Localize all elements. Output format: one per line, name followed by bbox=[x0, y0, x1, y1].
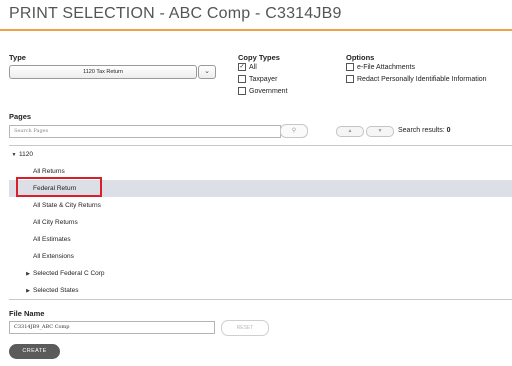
search-results-label: Search results: bbox=[398, 127, 447, 134]
arrow-up-icon: ▲ bbox=[347, 128, 353, 134]
search-results: Search results: 0 bbox=[398, 127, 451, 134]
copy-type-government[interactable]: Government bbox=[238, 87, 288, 95]
checkbox[interactable] bbox=[238, 87, 246, 95]
options-label: Options bbox=[346, 53, 375, 62]
copy-type-all-label: All bbox=[249, 63, 257, 71]
file-name-input[interactable]: C3314JB9_ABC Comp bbox=[9, 321, 215, 334]
pages-label: Pages bbox=[9, 112, 32, 121]
tree-node-label: All Estimates bbox=[33, 236, 71, 243]
header-divider bbox=[0, 29, 512, 31]
page-title: PRINT SELECTION - ABC Comp - C3314JB9 bbox=[9, 5, 342, 22]
copy-type-taxpayer-label: Taxpayer bbox=[249, 75, 278, 83]
option-efile-label: e-File Attachments bbox=[357, 63, 415, 71]
tree-node-all-extensions[interactable]: All Extensions bbox=[9, 248, 512, 265]
file-name-label: File Name bbox=[9, 309, 45, 318]
checkbox-checked[interactable]: ✓ bbox=[238, 63, 246, 71]
highlight-annotation-box bbox=[16, 177, 102, 197]
arrow-down-icon: ▼ bbox=[377, 128, 383, 134]
tree-node-all-city-returns[interactable]: All City Returns bbox=[9, 214, 512, 231]
tree-node-label: All City Returns bbox=[33, 219, 78, 226]
option-efile-attachments[interactable]: e-File Attachments bbox=[346, 63, 415, 71]
tree-node-label: All Returns bbox=[33, 168, 65, 175]
option-redact-label: Redact Personally Identifiable Informati… bbox=[357, 75, 487, 83]
tree-node-selected-states[interactable]: ▶ Selected States bbox=[9, 282, 512, 299]
tree-node-1120[interactable]: ▼ 1120 bbox=[9, 146, 512, 163]
tree-node-label: Selected States bbox=[33, 287, 79, 294]
chevron-down-icon: ⌄ bbox=[204, 68, 210, 75]
tree-node-label: Selected Federal C Corp bbox=[33, 270, 105, 277]
tree-node-all-estimates[interactable]: All Estimates bbox=[9, 231, 512, 248]
reset-button[interactable]: RESET bbox=[221, 320, 269, 336]
expand-icon[interactable]: ▶ bbox=[23, 283, 33, 300]
tree-node-all-state-city-returns[interactable]: All State & City Returns bbox=[9, 197, 512, 214]
type-select[interactable]: 1120 Tax Return bbox=[9, 65, 197, 79]
previous-result-button[interactable]: ▲ bbox=[336, 126, 364, 137]
search-button[interactable]: ⚲ bbox=[280, 124, 308, 138]
copy-type-government-label: Government bbox=[249, 87, 288, 95]
search-input[interactable]: Search Pages bbox=[9, 125, 281, 138]
checkbox[interactable] bbox=[238, 75, 246, 83]
collapse-icon[interactable]: ▼ bbox=[9, 147, 19, 164]
tree-node-label: 1120 bbox=[19, 151, 33, 158]
copy-type-taxpayer[interactable]: Taxpayer bbox=[238, 75, 277, 83]
tree-node-selected-federal-c-corp[interactable]: ▶ Selected Federal C Corp bbox=[9, 265, 512, 282]
copy-type-all[interactable]: ✓ All bbox=[238, 63, 257, 71]
tree-node-label: All Extensions bbox=[33, 253, 74, 260]
checkbox[interactable] bbox=[346, 63, 354, 71]
next-result-button[interactable]: ▼ bbox=[366, 126, 394, 137]
copy-types-label: Copy Types bbox=[238, 53, 280, 62]
type-dropdown-button[interactable]: ⌄ bbox=[198, 65, 216, 79]
create-button[interactable]: CREATE bbox=[9, 344, 60, 359]
search-results-count: 0 bbox=[446, 127, 451, 134]
option-redact-pii[interactable]: Redact Personally Identifiable Informati… bbox=[346, 75, 487, 83]
checkbox[interactable] bbox=[346, 75, 354, 83]
search-icon: ⚲ bbox=[291, 128, 297, 134]
expand-icon[interactable]: ▶ bbox=[23, 266, 33, 283]
type-label: Type bbox=[9, 53, 26, 62]
pages-tree: ▼ 1120 All Returns Federal Return All Sta… bbox=[9, 145, 512, 300]
tree-node-label: All State & City Returns bbox=[33, 202, 101, 209]
